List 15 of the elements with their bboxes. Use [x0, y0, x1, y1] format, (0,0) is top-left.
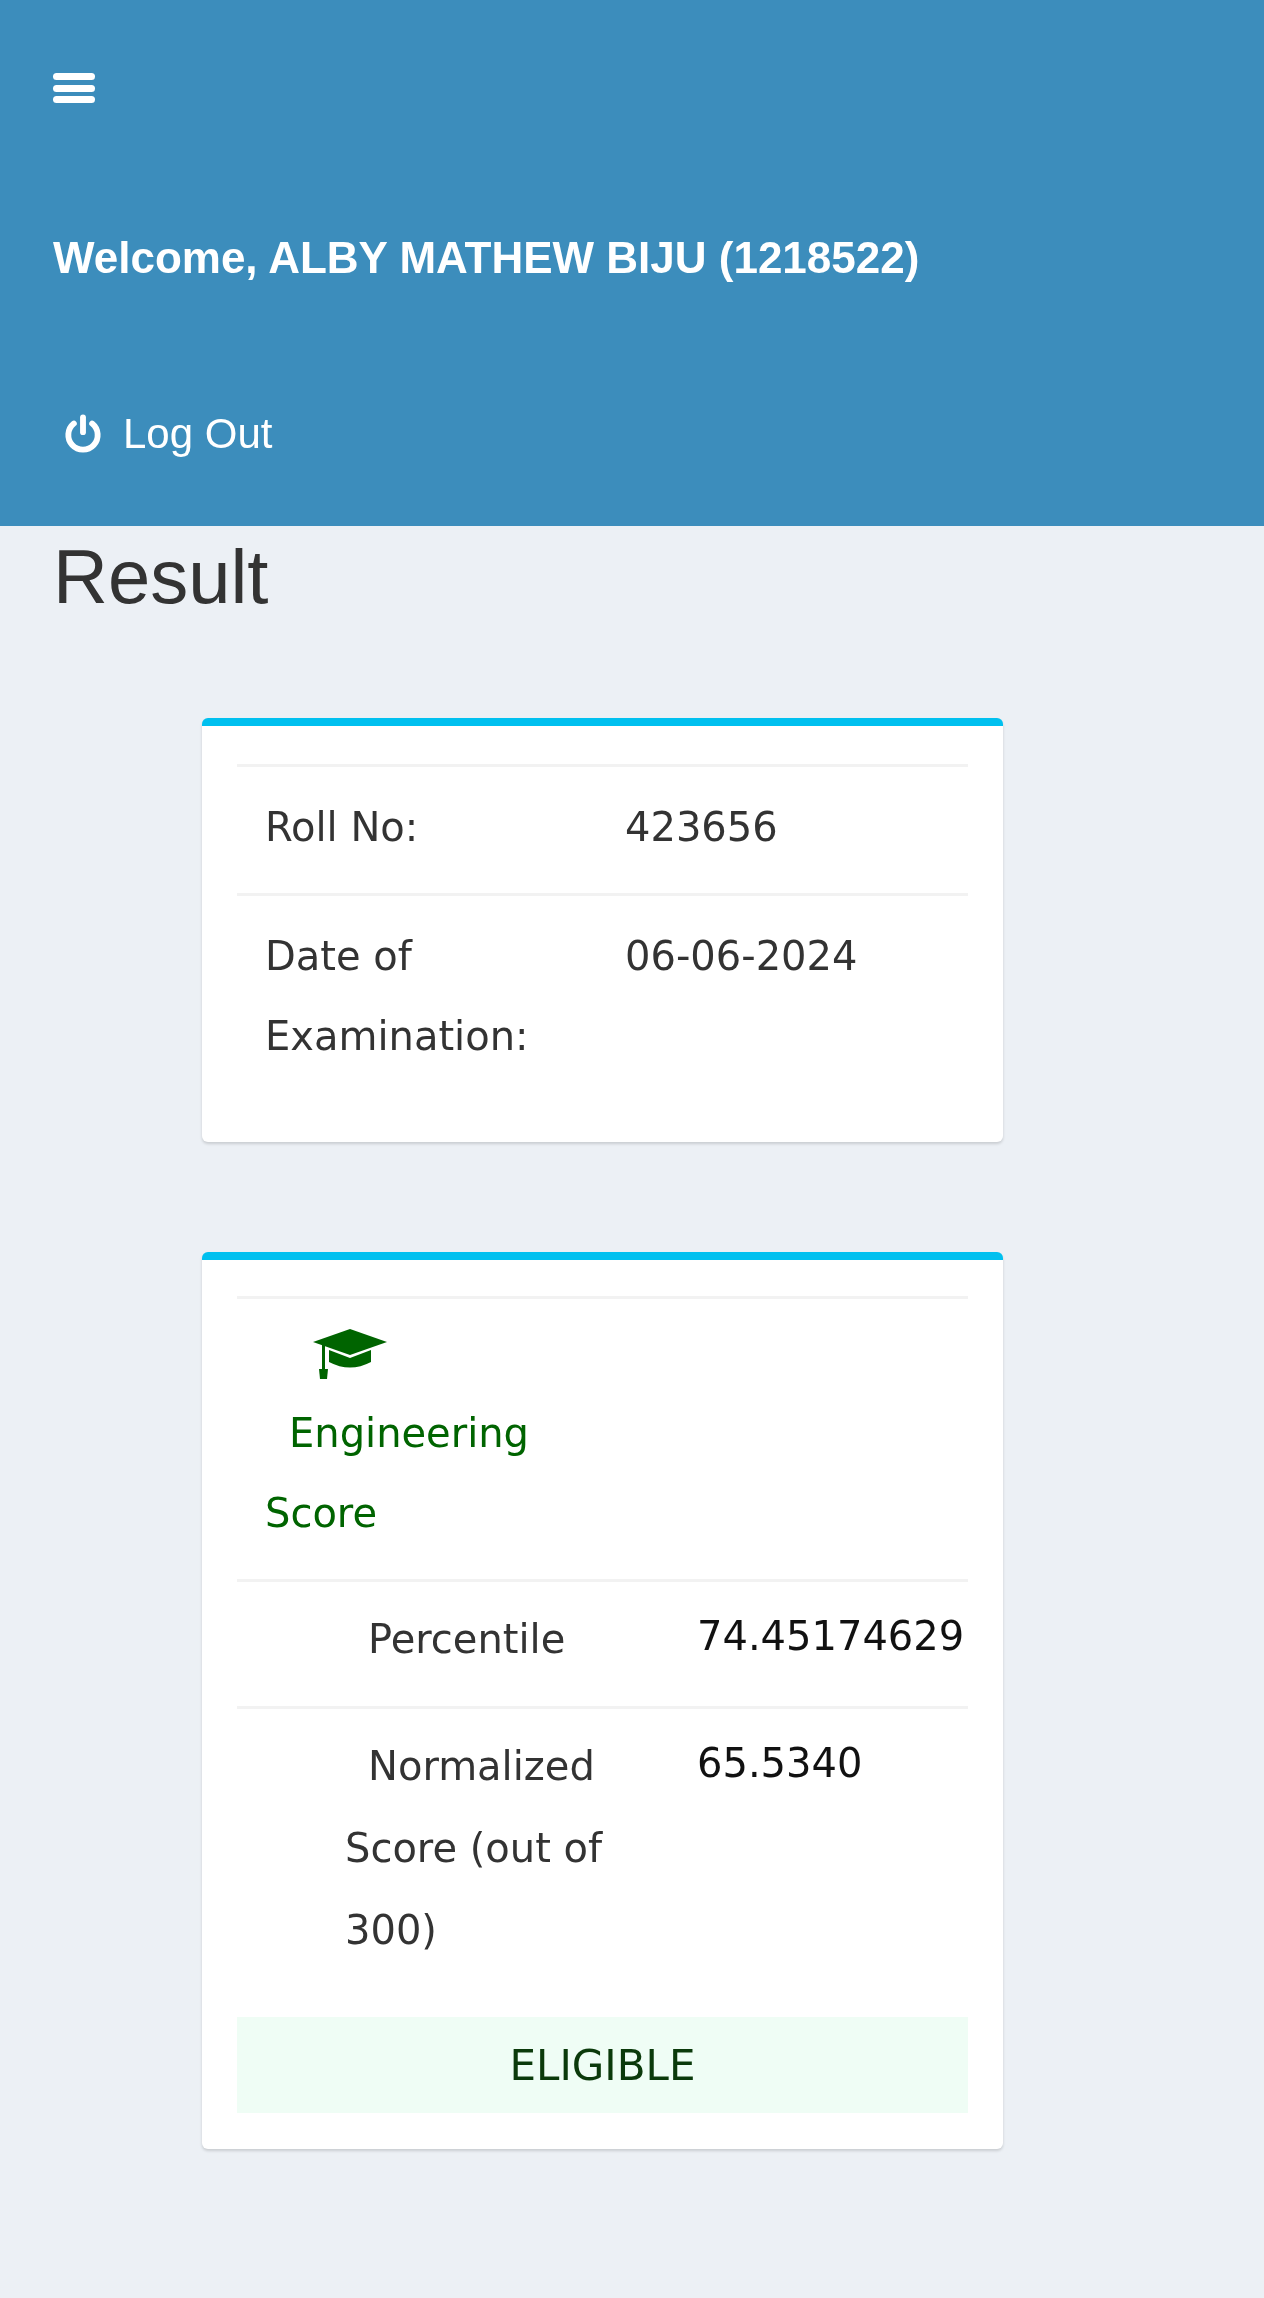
- score-label: Normalized Score (out of 300): [344, 1742, 604, 1955]
- score-title: Engineering Score: [265, 1409, 530, 1538]
- logout-link[interactable]: Log Out: [53, 408, 273, 460]
- page-title: Result: [53, 533, 269, 621]
- score-value: 65.5340: [697, 1739, 863, 1788]
- score-value: 74.45174629: [697, 1612, 965, 1661]
- field-label: Date of Examination:: [264, 932, 530, 1061]
- graduation-cap-icon: [313, 1329, 387, 1379]
- welcome-text: Welcome, ALBY MATHEW BIJU (1218522): [53, 232, 920, 284]
- score-label: Percentile: [367, 1615, 567, 1664]
- menu-icon[interactable]: [53, 70, 95, 106]
- field-label: Roll No:: [264, 803, 420, 852]
- field-value: 06-06-2024: [624, 932, 858, 981]
- field-value: 423656: [624, 803, 778, 852]
- status-banner: ELIGIBLE: [237, 2017, 968, 2113]
